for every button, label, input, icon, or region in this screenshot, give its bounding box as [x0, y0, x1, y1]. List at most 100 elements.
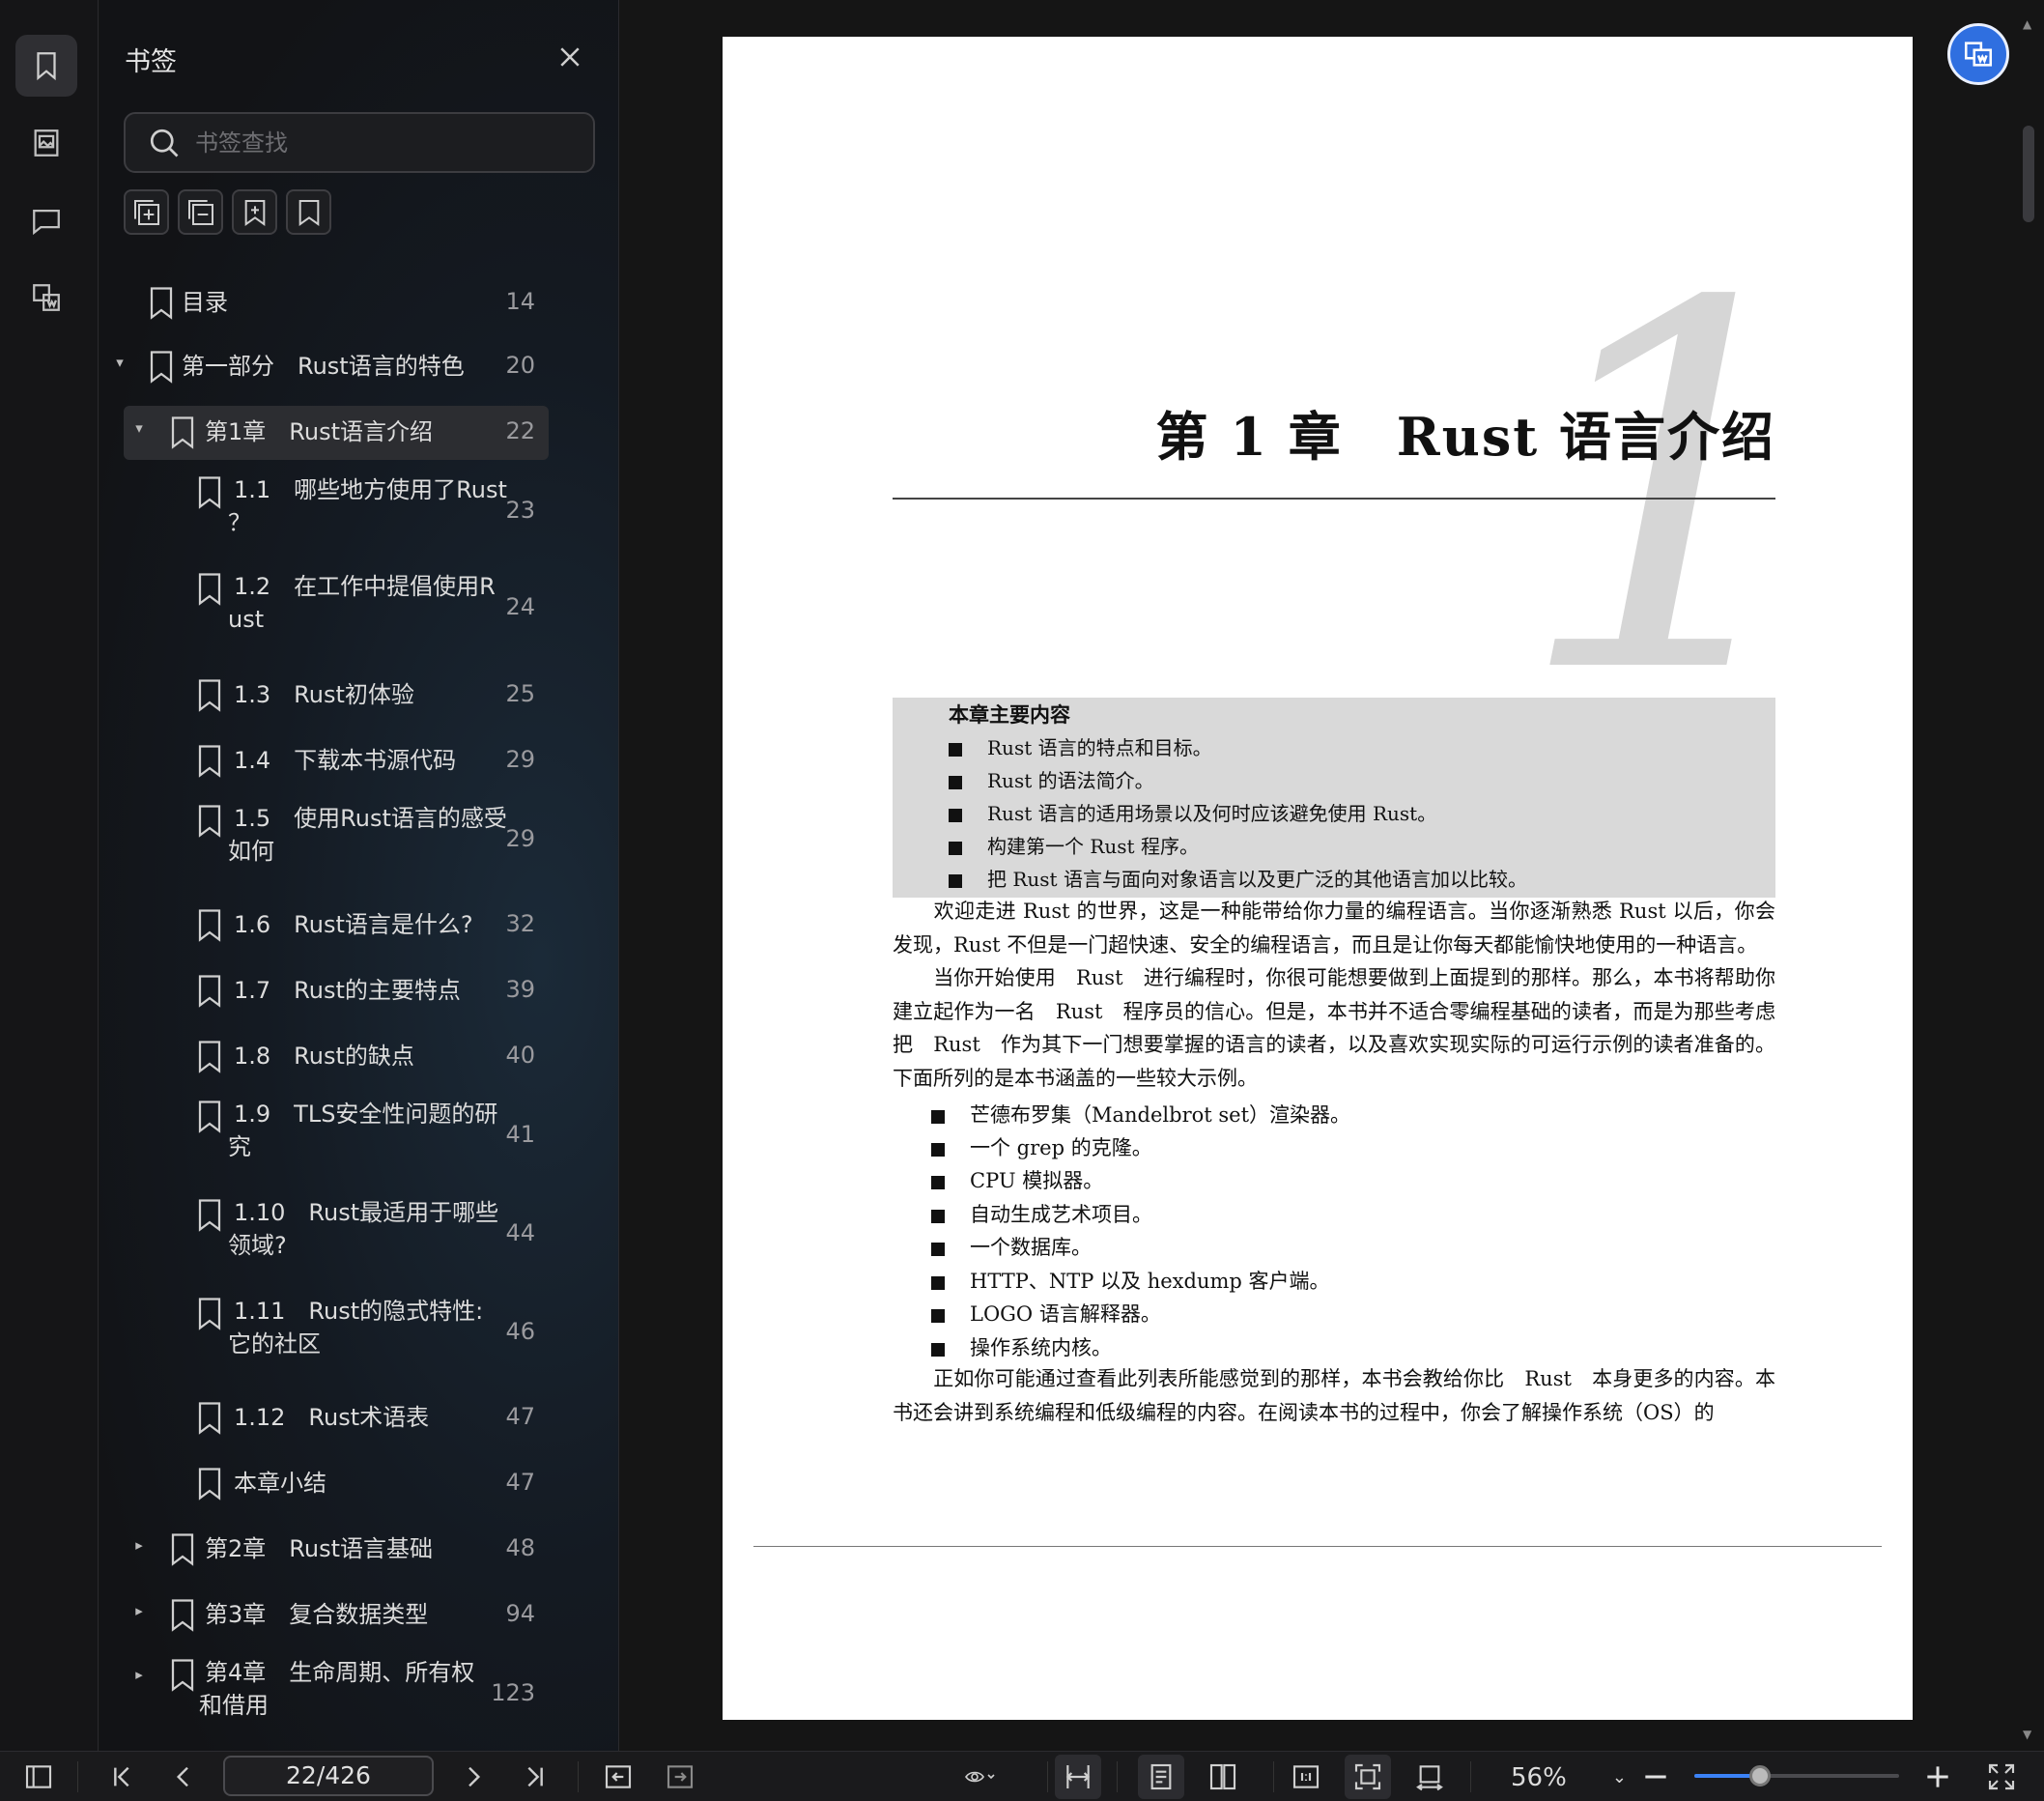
bookmark-item[interactable]: ▸ 第4章 生命周期、所有权 和借用 123	[124, 1654, 549, 1741]
view-mode-button[interactable]	[951, 1759, 1008, 1794]
scroll-down-arrow[interactable]: ▼	[2023, 1728, 2031, 1741]
rotate-button[interactable]	[1412, 1759, 1447, 1794]
bookmark-page-number: 29	[505, 746, 535, 773]
chevron-right-icon[interactable]: ▸	[131, 1666, 147, 1683]
add-bookmark-button[interactable]	[232, 189, 277, 235]
bookmark-label-continued: ust	[228, 606, 265, 633]
zoom-in-button[interactable]	[1920, 1759, 1955, 1794]
first-page-icon	[114, 1766, 129, 1787]
bookmark-page-number: 48	[505, 1534, 535, 1561]
toggle-sidebar-button[interactable]	[21, 1759, 56, 1794]
bookmark-page-number: 14	[505, 288, 535, 315]
collapse-all-button[interactable]	[178, 189, 223, 235]
zoom-select[interactable]: 56% ⌄	[1488, 1759, 1632, 1796]
fullscreen-button[interactable]	[1984, 1759, 2019, 1794]
bookmark-page-number: 25	[505, 680, 535, 707]
bookmark-page-number: 29	[505, 825, 535, 852]
bookmark-item[interactable]: ▾ 第1章 Rust语言介绍 22	[124, 406, 549, 460]
back-icon	[605, 1765, 632, 1788]
list-item: CPU 模拟器。	[931, 1165, 1103, 1194]
double-page-button[interactable]	[1206, 1759, 1240, 1794]
bookmark-page-number: 47	[505, 1469, 535, 1496]
expand-all-button[interactable]	[124, 189, 169, 235]
actual-size-button[interactable]	[1289, 1759, 1323, 1794]
search-input[interactable]	[195, 129, 562, 157]
bookmark-item[interactable]: 1.4 下载本书源代码 29	[124, 734, 549, 788]
add-bookmark-icon	[244, 199, 265, 226]
convert-panel-button[interactable]	[15, 267, 77, 329]
summary-item: 把 Rust 语言与面向对象语言以及更广泛的其他语言加以比较。	[949, 864, 1527, 892]
bookmark-item[interactable]: 1.8 Rust的缺点 40	[124, 1030, 549, 1084]
bookmark-item[interactable]: ▾ 第一部分 Rust语言的特色 20	[116, 340, 549, 394]
page-number-input[interactable]: 22/426	[223, 1756, 434, 1796]
bookmark-item[interactable]: 1.9 TLS安全性问题的研究 41	[124, 1096, 549, 1183]
chevron-right-icon[interactable]: ▸	[131, 1602, 147, 1619]
last-page-icon	[527, 1766, 543, 1787]
bookmark-page-number: 24	[505, 593, 535, 620]
document-scrollbar[interactable]	[2023, 126, 2034, 222]
scroll-up-arrow[interactable]: ▲	[2023, 17, 2031, 31]
back-button[interactable]	[601, 1759, 636, 1794]
chevron-right-icon[interactable]: ▸	[131, 1536, 147, 1554]
convert-icon	[33, 284, 60, 311]
footer-rule	[753, 1546, 1882, 1547]
bookmark-page-number: 23	[505, 497, 535, 524]
fit-page-button[interactable]	[1345, 1755, 1391, 1799]
fit-page-icon	[1354, 1763, 1381, 1790]
last-page-button[interactable]	[518, 1759, 553, 1794]
bookmark-icon	[195, 974, 224, 1008]
forward-button[interactable]	[663, 1759, 697, 1794]
previous-page-button[interactable]	[166, 1759, 201, 1794]
bookmark-item[interactable]: 1.11 Rust的隐式特性: 它的社区 46	[124, 1293, 549, 1380]
bookmark-item[interactable]: 1.6 Rust语言是什么? 32	[124, 899, 549, 953]
bookmark-item[interactable]: ▸ 第3章 复合数据类型 94	[124, 1588, 549, 1643]
bookmark-page-number: 20	[505, 352, 535, 379]
zoom-slider-handle[interactable]	[1748, 1765, 1771, 1787]
chevron-down-icon[interactable]: ▾	[131, 419, 147, 437]
thumbnail-panel-button[interactable]	[15, 112, 77, 174]
bookmark-icon	[195, 1297, 224, 1330]
bookmark-item[interactable]: 1.5 使用Rust语言的感受如何 29	[124, 800, 549, 887]
bottom-toolbar: 22/426 56% ⌄	[0, 1751, 2044, 1801]
zoom-slider[interactable]	[1694, 1765, 1899, 1787]
bookmark-panel-button[interactable]	[15, 35, 77, 97]
bookmark-label-continued: 和借用	[199, 1692, 269, 1719]
bookmark-item[interactable]: 1.7 Rust的主要特点 39	[124, 964, 549, 1018]
close-icon[interactable]	[555, 43, 584, 71]
bookmark-label: 1.3 Rust初体验	[234, 681, 414, 708]
bookmark-button[interactable]	[286, 189, 331, 235]
bookmark-item[interactable]: 1.2 在工作中提倡使用R ust 24	[124, 568, 549, 657]
bookmark-label-continued: 如何	[228, 838, 274, 865]
bookmark-search[interactable]	[124, 112, 595, 173]
bookmark-page-number: 39	[505, 976, 535, 1003]
left-icon-rail	[0, 0, 99, 1751]
bookmark-item[interactable]: 1.3 Rust初体验 25	[124, 669, 549, 723]
bookmark-item[interactable]: ▸ 第2章 Rust语言基础 48	[124, 1523, 549, 1577]
minus-icon	[1645, 1775, 1666, 1779]
chevron-down-icon[interactable]: ▾	[112, 354, 128, 371]
bookmark-item[interactable]: 1.12 Rust术语表 47	[124, 1391, 549, 1445]
first-page-button[interactable]	[104, 1759, 139, 1794]
bookmark-item[interactable]: 目录 14	[124, 276, 549, 329]
fullscreen-icon	[1988, 1763, 2015, 1790]
bookmark-icon	[195, 678, 224, 712]
bookmark-item[interactable]: 1.10 Rust最适用于哪些 领域? 44	[124, 1194, 549, 1281]
bookmark-item[interactable]: 1.1 哪些地方使用了Rust ？ 23	[124, 472, 549, 557]
chapter-number-watermark: 1	[1515, 198, 1834, 784]
list-item: HTTP、NTP 以及 hexdump 客户端。	[931, 1266, 1330, 1295]
image-icon	[34, 129, 59, 157]
list-item: 芒德布罗集（Mandelbrot set）渲染器。	[931, 1100, 1350, 1129]
bookmark-icon	[195, 1467, 224, 1501]
next-page-button[interactable]	[456, 1759, 491, 1794]
bookmark-page-number: 40	[505, 1042, 535, 1069]
bookmark-label: 第一部分 Rust语言的特色	[182, 353, 465, 380]
bookmark-item[interactable]: 本章小结 47	[124, 1457, 549, 1511]
zoom-out-button[interactable]	[1638, 1759, 1673, 1794]
floating-convert-button[interactable]	[1947, 23, 2009, 85]
bookmark-label: 1.5 使用Rust语言的感受	[234, 805, 507, 832]
fit-width-button[interactable]	[1055, 1755, 1101, 1799]
comment-panel-button[interactable]	[15, 189, 77, 251]
single-page-button[interactable]	[1138, 1755, 1184, 1799]
bookmark-icon	[195, 1040, 224, 1073]
chevron-down-icon: ⌄	[1611, 1767, 1627, 1787]
